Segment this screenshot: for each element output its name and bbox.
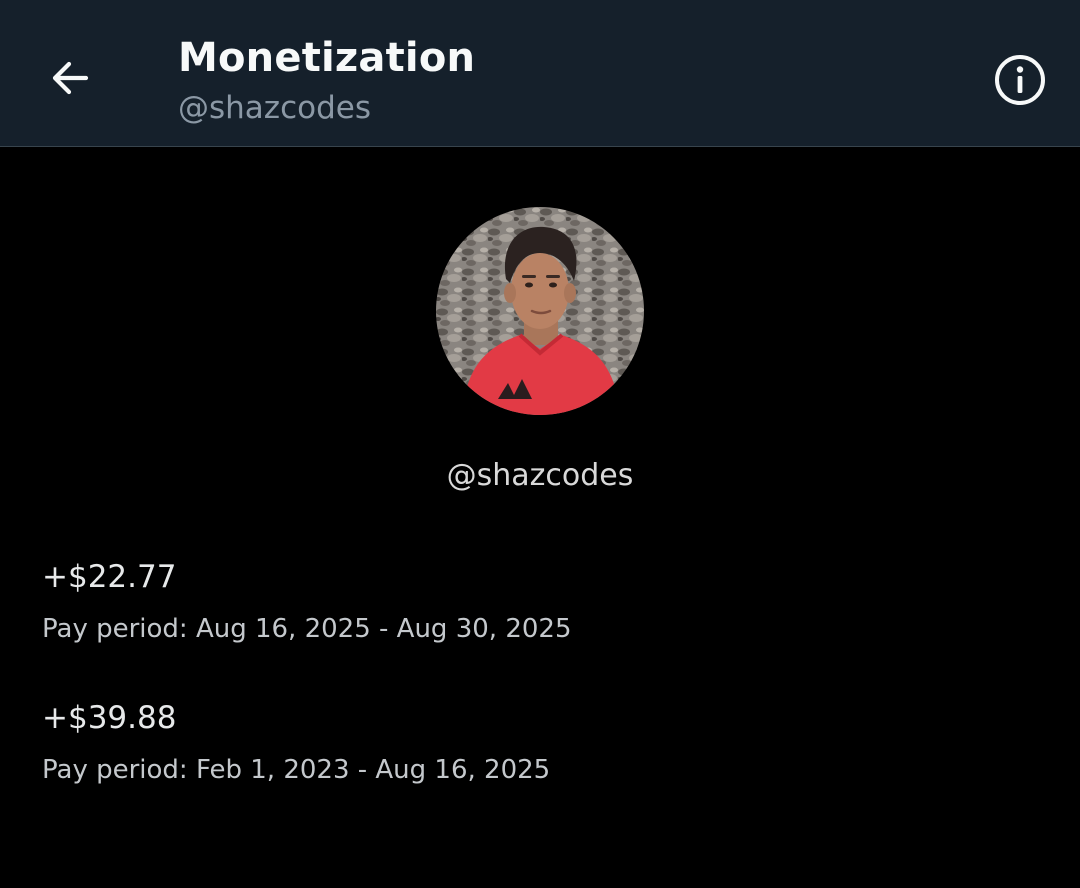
page-subtitle: @shazcodes	[178, 90, 371, 126]
profile-photo	[436, 207, 644, 415]
info-circle-icon	[995, 55, 1045, 105]
payout-amount: +$22.77	[42, 559, 177, 595]
top-app-bar: Monetization @shazcodes	[0, 0, 1080, 147]
payout-amount: +$39.88	[42, 700, 177, 736]
avatar[interactable]	[436, 207, 644, 415]
page-title: Monetization	[178, 35, 476, 81]
back-button[interactable]	[36, 44, 104, 112]
header-titles: Monetization @shazcodes	[178, 32, 475, 130]
arrow-left-icon	[52, 61, 89, 95]
payout-period: Pay period: Feb 1, 2023 - Aug 16, 2025	[42, 755, 551, 785]
info-button[interactable]	[988, 48, 1052, 112]
profile-handle: @shazcodes	[446, 458, 634, 493]
payout-item: +$22.77 Pay period: Aug 16, 2025 - Aug 3…	[42, 557, 571, 647]
payout-item: +$39.88 Pay period: Feb 1, 2023 - Aug 16…	[42, 698, 550, 788]
payout-period: Pay period: Aug 16, 2025 - Aug 30, 2025	[42, 614, 572, 644]
